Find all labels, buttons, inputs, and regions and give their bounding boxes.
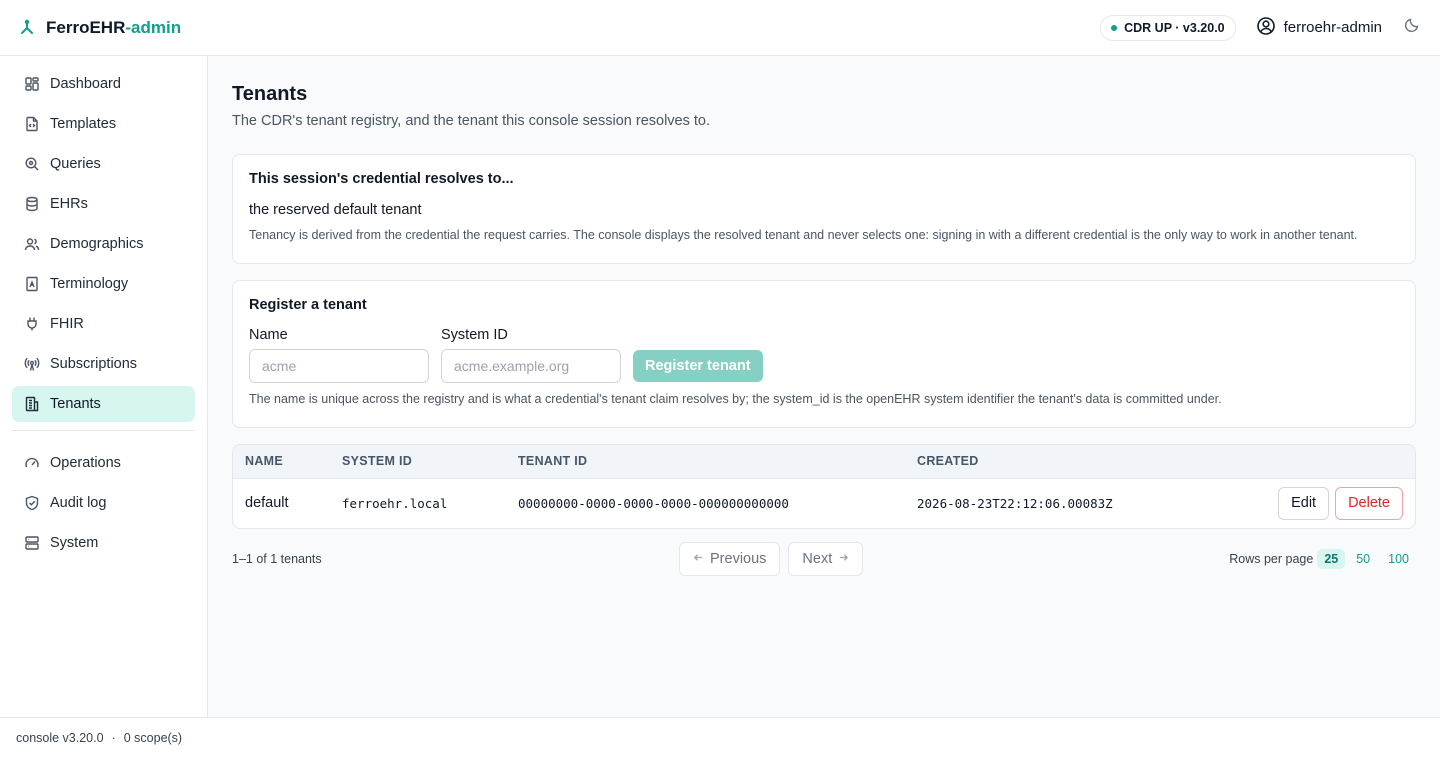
cell-actions: Edit Delete bbox=[1205, 478, 1415, 528]
brand[interactable]: FerroEHR-admin bbox=[18, 18, 181, 38]
register-card-note: The name is unique across the registry a… bbox=[249, 392, 1222, 406]
cell-created: 2026-08-23T22:12:06.00083Z bbox=[917, 495, 1113, 511]
table-row: default ferroehr.local 00000000-0000-000… bbox=[233, 478, 1415, 528]
user-menu[interactable]: ferroehr-admin bbox=[1256, 16, 1382, 40]
sidebar-item-operations[interactable]: Operations bbox=[12, 445, 195, 481]
rows-option-50[interactable]: 50 bbox=[1349, 549, 1377, 569]
arrow-left-icon bbox=[693, 551, 704, 567]
sidebar-item-audit-log[interactable]: Audit log bbox=[12, 485, 195, 521]
tenant-name-input[interactable] bbox=[249, 349, 429, 383]
system-id-label: System ID bbox=[441, 327, 508, 343]
sidebar-item-dashboard[interactable]: Dashboard bbox=[12, 66, 195, 102]
footer: console v3.20.0 · 0 scope(s) bbox=[0, 717, 1440, 757]
sidebar-item-templates[interactable]: Templates bbox=[12, 106, 195, 142]
shield-icon bbox=[24, 495, 40, 511]
book-icon bbox=[24, 276, 40, 292]
rows-per-page: Rows per page 25 50 100 bbox=[1229, 542, 1416, 576]
column-header-created: CREATED bbox=[917, 454, 979, 469]
page-subtitle: The CDR's tenant registry, and the tenan… bbox=[232, 113, 711, 129]
moon-icon bbox=[1404, 17, 1420, 38]
top-bar: FerroEHR-admin CDR UP · v3.20.0 ferroehr… bbox=[0, 0, 1440, 56]
table-header-row: NAME SYSTEM ID TENANT ID CREATED bbox=[233, 445, 1415, 478]
footer-separator: · bbox=[111, 730, 116, 745]
system-id-input[interactable] bbox=[441, 349, 621, 383]
database-icon bbox=[24, 196, 40, 212]
register-card-title: Register a tenant bbox=[249, 297, 367, 313]
sidebar-item-tenants[interactable]: Tenants bbox=[12, 386, 195, 422]
cell-system-id: ferroehr.local bbox=[342, 495, 448, 511]
main-content: Tenants The CDR's tenant registry, and t… bbox=[232, 56, 1416, 576]
pagination: 1–1 of 1 tenants Previous Next Rows per … bbox=[232, 542, 1416, 576]
brand-name: FerroEHR-admin bbox=[46, 17, 182, 37]
sidebar-divider bbox=[12, 430, 195, 431]
sidebar-item-fhir[interactable]: FHIR bbox=[12, 306, 195, 342]
sidebar: Dashboard Templates Queries EHRs Demogra… bbox=[0, 56, 208, 717]
file-code-icon bbox=[24, 116, 40, 132]
session-card-note: Tenancy is derived from the credential t… bbox=[249, 228, 1358, 242]
scope-count: 0 scope(s) bbox=[123, 730, 183, 745]
dashboard-icon bbox=[24, 76, 40, 92]
server-icon bbox=[24, 535, 40, 551]
sidebar-item-system[interactable]: System bbox=[12, 525, 195, 561]
column-header-tenant-id: TENANT ID bbox=[518, 454, 588, 469]
rows-per-page-label: Rows per page bbox=[1229, 552, 1314, 566]
status-dot-icon bbox=[1111, 24, 1118, 31]
sidebar-item-subscriptions[interactable]: Subscriptions bbox=[12, 346, 195, 382]
cdr-status-badge: CDR UP · v3.20.0 bbox=[1100, 14, 1236, 41]
search-icon bbox=[24, 156, 40, 172]
cell-tenant-id: 00000000-0000-0000-0000-000000000000 bbox=[518, 495, 789, 511]
cell-name: default bbox=[245, 495, 289, 512]
arrow-right-icon bbox=[838, 551, 849, 567]
gauge-icon bbox=[24, 455, 40, 471]
column-header-actions bbox=[1205, 445, 1415, 478]
building-icon bbox=[24, 396, 40, 412]
delete-button[interactable]: Delete bbox=[1335, 486, 1403, 520]
user-name: ferroehr-admin bbox=[1283, 19, 1382, 36]
users-icon bbox=[24, 236, 40, 252]
resolved-tenant-value: the reserved default tenant bbox=[249, 202, 422, 218]
sidebar-item-terminology[interactable]: Terminology bbox=[12, 266, 195, 302]
rows-option-25[interactable]: 25 bbox=[1317, 549, 1346, 569]
session-credential-card: This session's credential resolves to...… bbox=[232, 154, 1416, 264]
sidebar-item-demographics[interactable]: Demographics bbox=[12, 226, 195, 262]
name-label: Name bbox=[249, 327, 288, 343]
previous-page-button[interactable]: Previous bbox=[679, 542, 781, 576]
sidebar-item-ehrs[interactable]: EHRs bbox=[12, 186, 195, 222]
radio-icon bbox=[24, 356, 40, 372]
register-form: Name System ID Register tenant bbox=[249, 327, 1399, 383]
register-tenant-card: Register a tenant Name System ID Registe… bbox=[232, 280, 1416, 428]
logo-icon bbox=[18, 19, 36, 37]
rows-option-100[interactable]: 100 bbox=[1381, 549, 1416, 569]
result-count: 1–1 of 1 tenants bbox=[232, 552, 322, 566]
next-page-button[interactable]: Next bbox=[788, 542, 864, 576]
column-header-name: NAME bbox=[245, 454, 284, 469]
console-version: console v3.20.0 bbox=[16, 730, 104, 745]
page-title: Tenants bbox=[232, 83, 308, 105]
sidebar-item-queries[interactable]: Queries bbox=[12, 146, 195, 182]
theme-toggle-button[interactable] bbox=[1402, 18, 1422, 38]
edit-button[interactable]: Edit bbox=[1278, 486, 1330, 520]
user-circle-icon bbox=[1256, 16, 1276, 40]
register-tenant-button[interactable]: Register tenant bbox=[633, 350, 763, 382]
column-header-system-id: SYSTEM ID bbox=[342, 454, 413, 469]
plug-icon bbox=[24, 316, 40, 332]
tenants-table: NAME SYSTEM ID TENANT ID CREATED default… bbox=[232, 444, 1416, 529]
session-card-title: This session's credential resolves to... bbox=[249, 171, 514, 187]
